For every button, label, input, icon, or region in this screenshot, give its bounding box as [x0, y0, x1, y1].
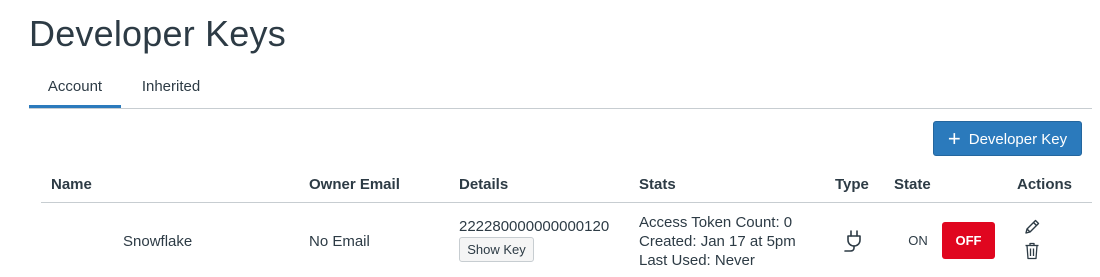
tab-account[interactable]: Account [29, 66, 121, 108]
column-header-state: State [894, 176, 931, 193]
plus-icon: + [947, 126, 961, 151]
created-date: Created: Jan 17 at 5pm [639, 233, 796, 250]
tab-inherited[interactable]: Inherited [130, 66, 212, 106]
plug-icon [844, 230, 861, 252]
state-off-button[interactable]: OFF [942, 222, 995, 259]
owner-email: No Email [309, 233, 370, 250]
add-developer-key-button[interactable]: + Developer Key [933, 121, 1082, 156]
trash-icon[interactable] [1024, 242, 1040, 260]
column-header-owner-email: Owner Email [309, 176, 400, 193]
developer-key-id: 222280000000000120 [459, 218, 610, 235]
state-toggle: ON OFF [895, 222, 995, 259]
developer-keys-page: Developer Keys Account Inherited + Develo… [0, 0, 1100, 277]
edit-icon[interactable] [1023, 218, 1041, 236]
add-developer-key-label: Developer Key [968, 131, 1068, 148]
key-name: Snowflake [123, 233, 193, 250]
last-used: Last Used: Never [639, 252, 755, 269]
tab-bar: Account Inherited [29, 66, 1092, 109]
column-header-stats: Stats [639, 176, 676, 193]
access-token-count: Access Token Count: 0 [639, 214, 793, 231]
column-header-details: Details [459, 176, 509, 193]
column-header-actions: Actions [1017, 176, 1073, 193]
column-header-name: Name [51, 176, 92, 193]
table-header: Name Owner Email Details Stats Type Stat… [41, 168, 1092, 203]
key-stats: Access Token Count: 0 Created: Jan 17 at… [639, 213, 796, 270]
show-key-button[interactable]: Show Key [459, 237, 534, 262]
page-title: Developer Keys [29, 13, 286, 54]
table-row: Snowflake No Email 222280000000000120 Sh… [41, 203, 1092, 277]
column-header-type: Type [835, 176, 869, 193]
state-on-button[interactable]: ON [895, 222, 941, 259]
